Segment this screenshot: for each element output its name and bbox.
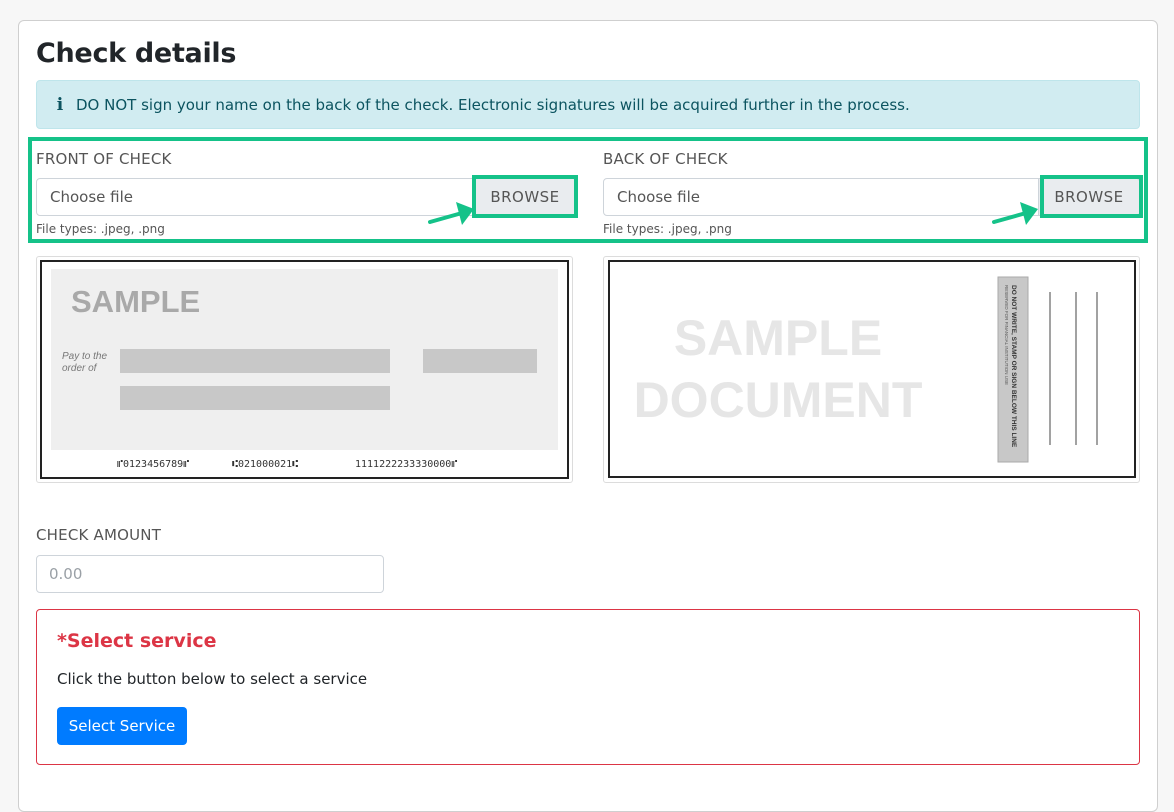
back-check-label: BACK OF CHECK [603, 150, 728, 168]
back-watermark-line1: SAMPLE [674, 310, 882, 366]
sample-watermark: SAMPLE [71, 284, 200, 319]
select-service-text: Click the button below to select a servi… [57, 670, 368, 688]
check-back-border [608, 260, 1136, 478]
check-amount-input[interactable] [36, 555, 384, 593]
info-icon: i [56, 94, 64, 115]
amount-box [423, 349, 537, 373]
back-check-sample-image: SAMPLE DOCUMENT DO NOT WRITE, STAMP OR S… [603, 256, 1140, 483]
front-check-sample-svg: SAMPLE Pay to the order of ⑈0123456789⑈ … [40, 260, 569, 479]
pay-to-label-line2: order of [62, 363, 98, 374]
back-browse-highlight [1040, 175, 1143, 218]
page-title: Check details [36, 38, 237, 69]
check-amount-label: CHECK AMOUNT [36, 526, 162, 544]
payee-line [120, 349, 390, 373]
back-file-hint: File types: .jpeg, .png [603, 222, 732, 236]
front-check-label: FRONT OF CHECK [36, 150, 172, 168]
select-service-panel: *Select service Click the button below t… [36, 609, 1140, 765]
info-alert: i DO NOT sign your name on the back of t… [36, 80, 1140, 129]
endorsement-subtext: RESERVED FOR FINANCIAL INSTITUTION USE [1004, 285, 1009, 385]
pay-to-label-line1: Pay to the [62, 351, 107, 362]
front-browse-highlight [472, 175, 578, 218]
amount-words-line [120, 386, 390, 410]
front-pointer-arrow-icon [428, 202, 474, 225]
back-file-placeholder: Choose file [617, 188, 700, 206]
alert-text: DO NOT sign your name on the back of the… [76, 95, 910, 114]
select-service-title: *Select service [57, 630, 217, 652]
micr-routing: ⑈0123456789⑈ [117, 459, 189, 470]
front-file-hint: File types: .jpeg, .png [36, 222, 165, 236]
select-service-button[interactable]: Select Service [57, 707, 187, 745]
micr-transit: ⑆021000021⑆ [232, 459, 298, 470]
back-pointer-arrow-icon [992, 202, 1038, 225]
front-file-placeholder: Choose file [50, 188, 133, 206]
micr-account: 1111222233330000⑈ [355, 459, 457, 470]
back-check-sample-svg: SAMPLE DOCUMENT DO NOT WRITE, STAMP OR S… [608, 260, 1136, 478]
endorsement-text: DO NOT WRITE, STAMP OR SIGN BELOW THIS L… [1010, 285, 1017, 448]
back-watermark-line2: DOCUMENT [634, 372, 923, 428]
front-check-sample-image: SAMPLE Pay to the order of ⑈0123456789⑈ … [36, 256, 573, 483]
